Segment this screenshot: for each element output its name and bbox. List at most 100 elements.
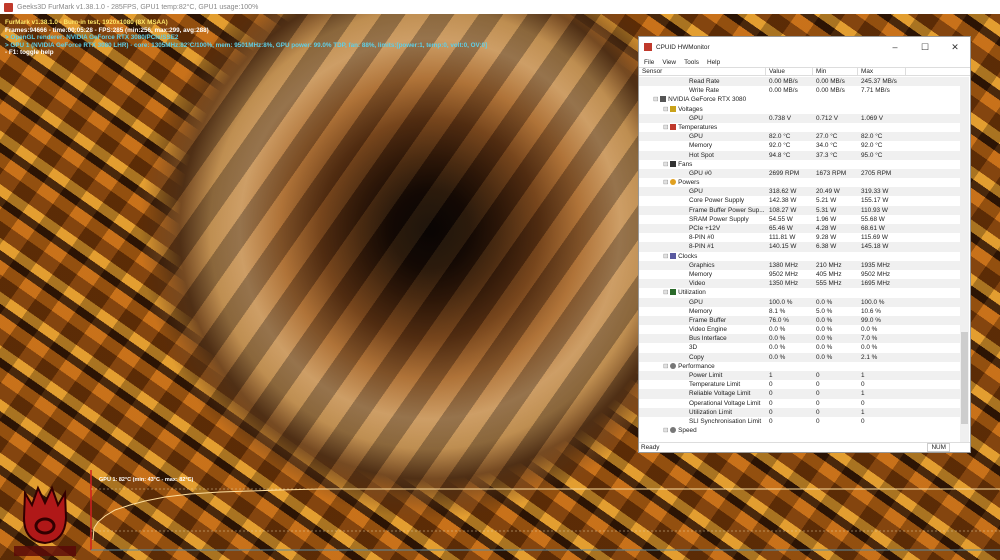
sensor-value: 0.738 V <box>769 114 792 122</box>
column-min[interactable]: Min <box>813 68 858 75</box>
sensor-label: Operational Voltage Limit <box>689 399 761 407</box>
sensor-min: 34.0 °C <box>816 142 838 150</box>
sensor-min <box>813 123 858 132</box>
sensor-row[interactable]: Utilization Limit 0 0 1 <box>639 407 961 417</box>
collapse-toggle-icon[interactable]: ⊟ <box>653 96 660 103</box>
sensor-name-cell: ⊟ NVIDIA GeForce RTX 3080 <box>639 95 766 104</box>
sensor-row[interactable]: GPU 82.0 °C 27.0 °C 82.0 °C <box>639 132 961 142</box>
menu-view[interactable]: View <box>662 59 676 66</box>
sensor-row[interactable]: Operational Voltage Limit 0 0 0 <box>639 399 961 408</box>
sensor-name-cell: SLI Synchronisation Limit <box>639 417 766 426</box>
sensor-group-row[interactable]: ⊟ Fans <box>639 160 961 169</box>
sensor-row[interactable]: Frame Buffer 76.0 % 0.0 % 99.0 % <box>639 315 961 326</box>
sensor-row[interactable]: Memory 92.0 °C 34.0 °C 92.0 °C <box>639 141 961 150</box>
sensor-row[interactable]: Reliable Voltage Limit 0 0 1 <box>639 389 961 399</box>
sensor-row[interactable]: Hot Spot 94.8 °C 37.3 °C 95.0 °C <box>639 150 961 160</box>
sensor-name-cell: Operational Voltage Limit <box>639 399 766 408</box>
collapse-toggle-icon[interactable]: ⊟ <box>663 161 670 168</box>
sensor-name-cell: 3D <box>639 343 766 352</box>
sensor-name-cell: Hot Spot <box>639 151 766 160</box>
sensor-row[interactable]: GPU 0.738 V 0.712 V 1.069 V <box>639 113 961 123</box>
sensor-value: 92.0 °C <box>769 142 791 150</box>
sensor-row[interactable]: 8-PIN #0 111.81 W 9.28 W 115.69 W <box>639 233 961 242</box>
maximize-button[interactable]: ☐ <box>910 42 940 53</box>
collapse-toggle-icon[interactable]: ⊟ <box>663 253 670 260</box>
sensor-row[interactable]: GPU 318.62 W 20.49 W 319.33 W <box>639 187 961 197</box>
sensor-label: NVIDIA GeForce RTX 3080 <box>668 96 747 104</box>
column-sensor[interactable]: Sensor <box>639 68 766 75</box>
sensor-group-row[interactable]: ⊟ Speed <box>639 426 961 435</box>
sensor-row[interactable]: Copy 0.0 % 0.0 % 2.1 % <box>639 352 961 362</box>
collapse-toggle-icon[interactable]: ⊟ <box>663 427 670 434</box>
sensor-max <box>858 426 906 435</box>
sensor-value: 0 <box>769 408 773 416</box>
sensor-row[interactable]: GPU #0 2699 RPM 1673 RPM 2705 RPM <box>639 168 961 179</box>
sensor-name-cell: ⊟ Speed <box>639 426 766 435</box>
collapse-toggle-icon[interactable]: ⊟ <box>663 363 670 370</box>
scrollbar-thumb[interactable] <box>961 332 968 424</box>
sensor-value: 0 <box>769 417 773 425</box>
sensor-min <box>813 288 858 297</box>
sensor-label: Read Rate <box>689 78 720 85</box>
sensor-group-row[interactable]: ⊟ Temperatures <box>639 123 961 132</box>
sensor-group-row[interactable]: ⊟ Clocks <box>639 252 961 261</box>
sensor-max: 1.069 V <box>861 114 884 122</box>
collapse-toggle-icon[interactable]: ⊟ <box>663 179 670 186</box>
sensor-min: 4.28 W <box>816 225 837 232</box>
sensor-min: 5.21 W <box>816 197 837 205</box>
sensor-row[interactable]: Bus Interface 0.0 % 0.0 % 7.0 % <box>639 334 961 344</box>
clock-icon <box>670 252 677 259</box>
sensor-name-cell: PCIe +12V <box>639 224 766 233</box>
sensor-row[interactable]: GPU 100.0 % 0.0 % 100.0 % <box>639 297 961 307</box>
hwmonitor-title-bar[interactable]: CPUID HWMonitor – ☐ ✕ <box>639 37 970 57</box>
sensor-label: Reliable Voltage Limit <box>689 390 751 398</box>
sensor-row[interactable]: 8-PIN #1 140.15 W 6.38 W 145.18 W <box>639 242 961 252</box>
sensor-row[interactable]: Video 1350 MHz 555 MHz 1695 MHz <box>639 279 961 289</box>
close-button[interactable]: ✕ <box>940 42 970 53</box>
menu-tools[interactable]: Tools <box>684 59 699 66</box>
vertical-scrollbar[interactable] <box>960 77 969 442</box>
sensor-row[interactable]: Video Engine 0.0 % 0.0 % 0.0 % <box>639 325 961 334</box>
num-lock-indicator: NUM <box>927 443 950 452</box>
sensor-value: 0.0 % <box>769 344 786 352</box>
sensor-row[interactable]: Memory 8.1 % 5.0 % 10.6 % <box>639 307 961 316</box>
sensor-row[interactable]: 3D 0.0 % 0.0 % 0.0 % <box>639 343 961 352</box>
sensor-label: SRAM Power Supply <box>689 215 749 223</box>
sensor-value: 8.1 % <box>769 307 786 315</box>
collapse-toggle-icon[interactable]: ⊟ <box>663 106 670 113</box>
sensor-row[interactable]: SRAM Power Supply 54.55 W 1.96 W 55.68 W <box>639 215 961 224</box>
sensor-row[interactable]: Read Rate 0.00 MB/s 0.00 MB/s 245.37 MB/s <box>639 77 961 87</box>
collapse-toggle-icon[interactable]: ⊟ <box>663 124 670 131</box>
sensor-group-row[interactable]: ⊟ Powers <box>639 178 961 187</box>
sensor-value: 1 <box>769 372 773 379</box>
sensor-min: 6.38 W <box>816 243 837 251</box>
sensor-row[interactable]: SLI Synchronisation Limit 0 0 0 <box>639 417 961 426</box>
column-max[interactable]: Max <box>858 68 906 75</box>
graph-label: GPU 1: 82°C (min: 43°C - max: 82°C) <box>99 477 194 483</box>
sensor-max: 2.1 % <box>861 353 878 361</box>
sensor-max: 319.33 W <box>861 188 889 196</box>
sensor-value <box>766 105 813 114</box>
column-value[interactable]: Value <box>766 68 813 75</box>
menu-help[interactable]: Help <box>707 59 720 66</box>
sensor-value: 1350 MHz <box>769 280 799 288</box>
sensor-group-row[interactable]: ⊟ Utilization <box>639 288 961 297</box>
sensor-group-row[interactable]: ⊟ Performance <box>639 362 961 371</box>
sensor-row[interactable]: Power Limit 1 0 1 <box>639 371 961 381</box>
sensor-max: 95.0 °C <box>861 151 883 159</box>
sensor-row[interactable]: Write Rate 0.00 MB/s 0.00 MB/s 7.71 MB/s <box>639 86 961 95</box>
sensor-label: GPU <box>689 188 703 196</box>
sensor-name-cell: Frame Buffer Power Sup... <box>639 206 766 215</box>
sensor-row[interactable]: Frame Buffer Power Sup... 108.27 W 5.31 W 1… <box>639 205 961 215</box>
sensor-row[interactable]: Core Power Supply 142.38 W 5.21 W 155.17 W <box>639 196 961 205</box>
sensor-group-row[interactable]: ⊟ NVIDIA GeForce RTX 3080 <box>639 95 961 104</box>
menu-file[interactable]: File <box>644 59 654 66</box>
minimize-button[interactable]: – <box>880 42 910 53</box>
sensor-row[interactable]: Graphics 1380 MHz 210 MHz 1935 MHz <box>639 260 961 270</box>
sensor-group-row[interactable]: ⊟ Voltages <box>639 105 961 114</box>
sensor-row[interactable]: Memory 9502 MHz 405 MHz 9502 MHz <box>639 270 961 279</box>
sensor-row[interactable]: PCIe +12V 65.46 W 4.28 W 68.61 W <box>639 224 961 234</box>
sensor-row[interactable]: Temperature Limit 0 0 0 <box>639 380 961 389</box>
collapse-toggle-icon[interactable]: ⊟ <box>663 289 670 296</box>
sensor-name-cell: Write Rate <box>639 86 766 95</box>
